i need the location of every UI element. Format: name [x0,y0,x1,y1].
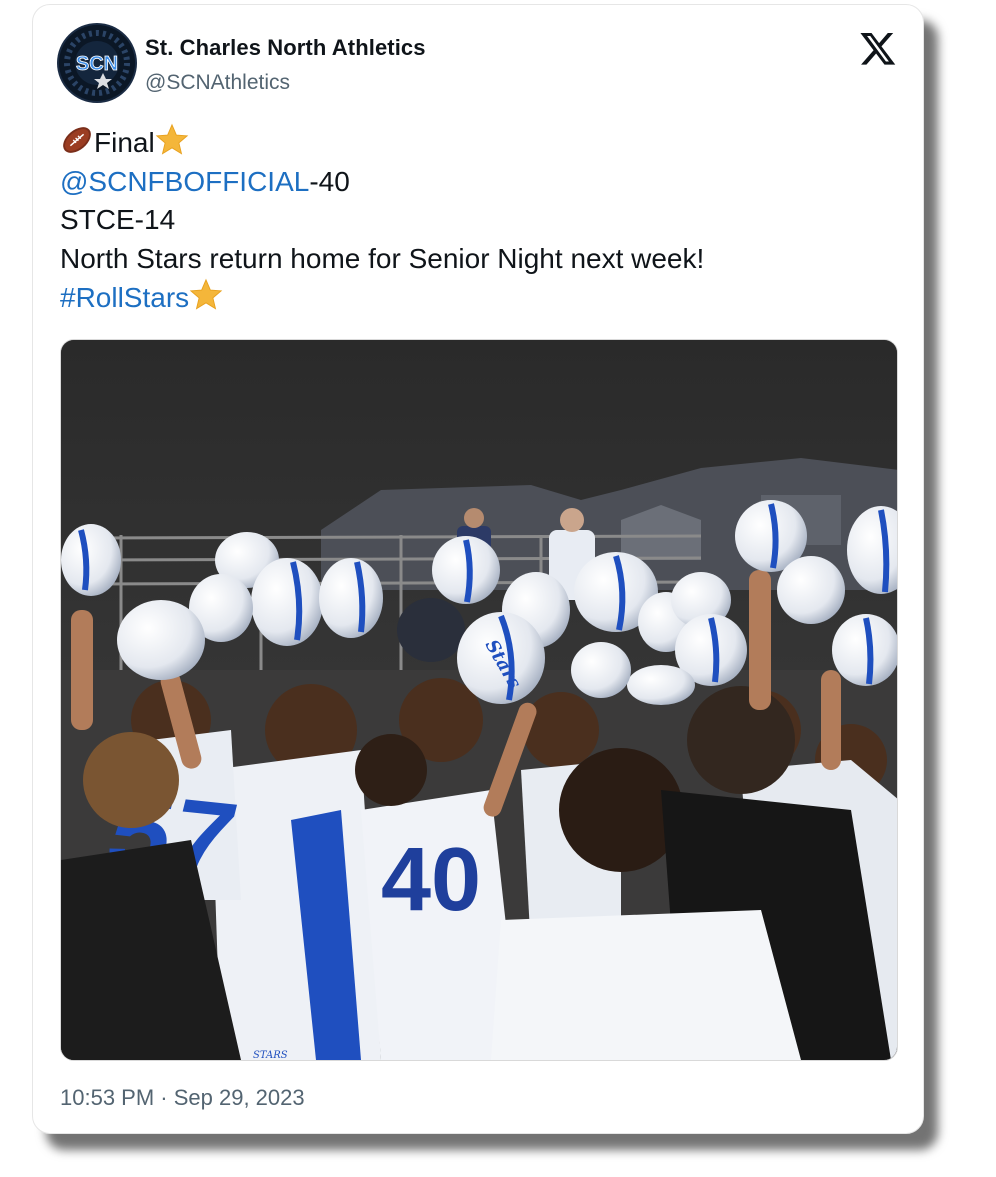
tweet-text: Final @SCNFBOFFICIAL-40 STCE-14 North St… [60,123,899,318]
author-handle[interactable]: @SCNAthletics [145,71,290,95]
team-celebration-image: 57 40 Stars STARS [61,340,897,1061]
avatar[interactable]: SCN [59,25,135,101]
home-score: -40 [309,165,350,197]
avatar-text: SCN [76,53,118,75]
scn-logo-icon: SCN [59,25,135,101]
pants-label: STARS [253,1050,288,1061]
tweet-line-hashtag: #RollStars [60,278,899,318]
star-emoji-icon [189,278,223,310]
hashtag-link[interactable]: #RollStars [60,282,189,313]
football-emoji-icon [63,127,91,153]
tweet-message: North Stars return home for Senior Night… [60,242,705,274]
author-display-name[interactable]: St. Charles North Athletics [145,35,426,61]
tweet-card: SCN St. Charles North Athletics @SCNAthl… [32,4,924,1134]
jersey-number-40: 40 [381,830,481,930]
final-label: Final [94,127,155,158]
x-logo-icon[interactable] [859,29,897,67]
tweet-photo[interactable]: 57 40 Stars STARS [60,339,898,1061]
tweet-line-final: Final [60,123,899,163]
mention-link[interactable]: @SCNFBOFFICIAL [60,166,309,197]
tweet-header: SCN St. Charles North Athletics @SCNAthl… [57,23,899,103]
away-score: STCE-14 [60,204,176,235]
star-emoji-icon [155,123,188,155]
tweet-timestamp[interactable]: 10:53 PM · Sep 29, 2023 [60,1085,305,1111]
tweet-line-score-home: @SCNFBOFFICIAL-40 [60,163,899,202]
